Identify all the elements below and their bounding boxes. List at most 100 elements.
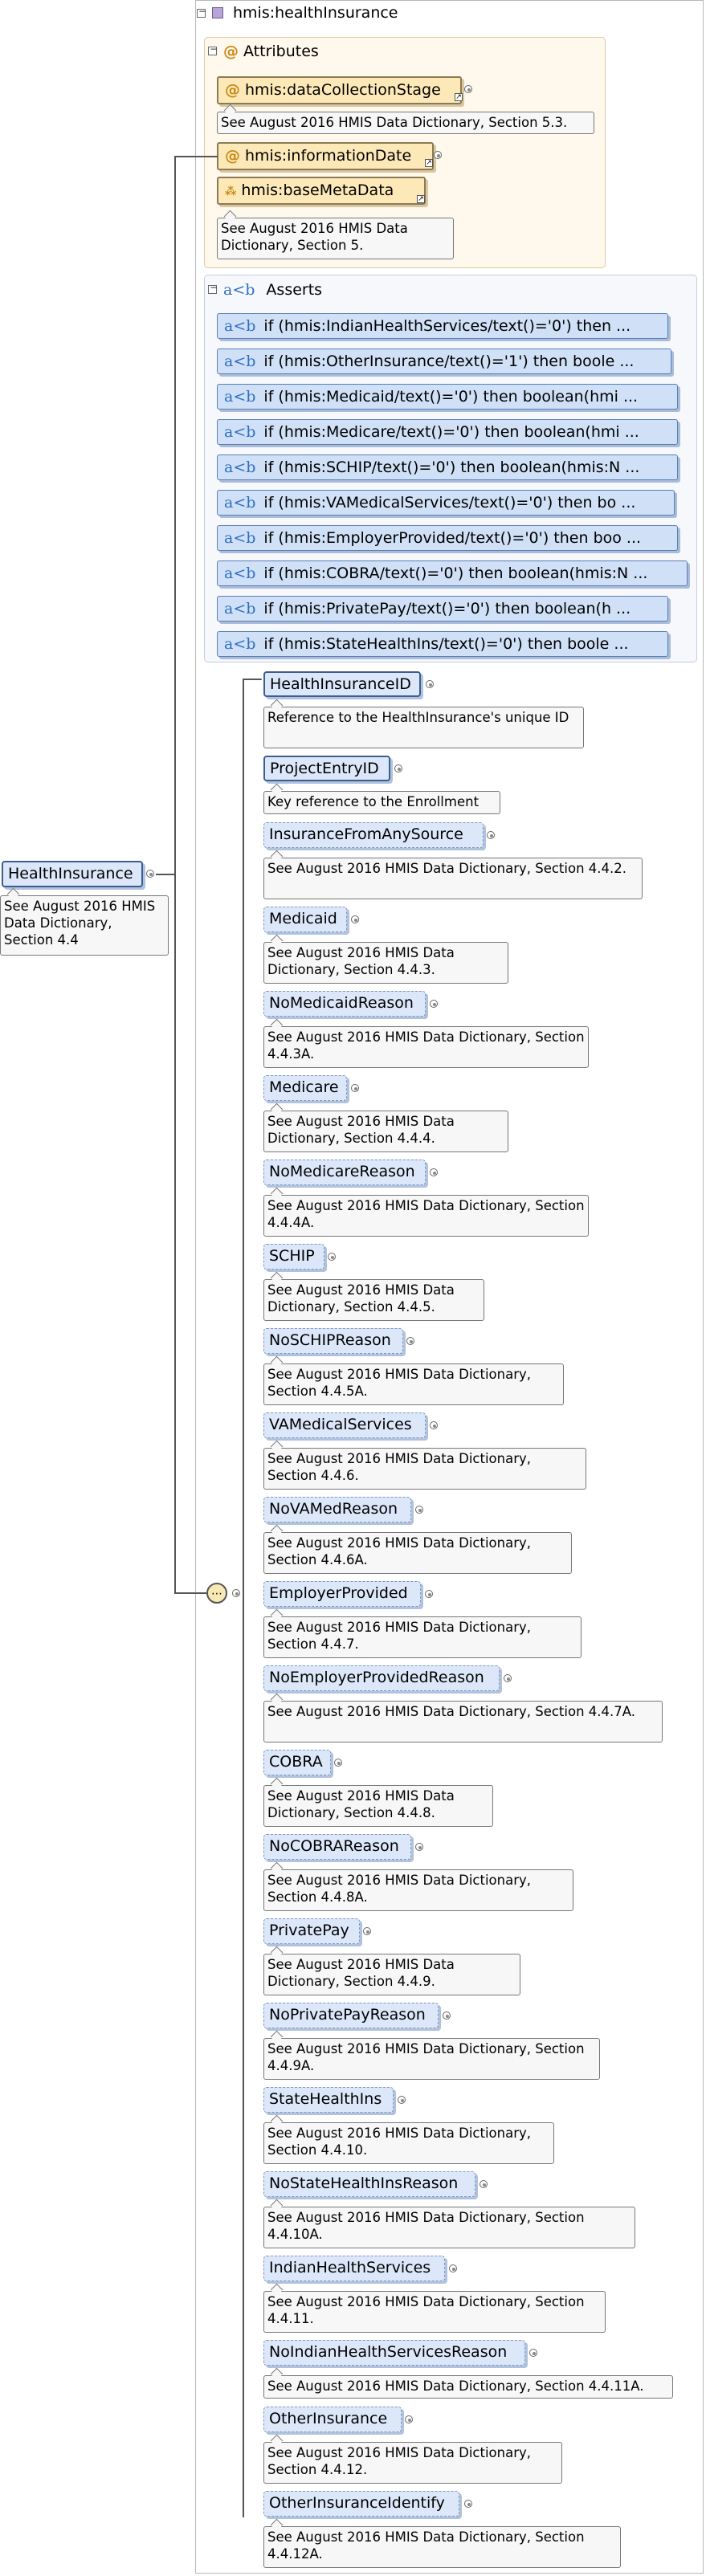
element-doc: See August 2016 HMIS Data Dictionary, Se…	[263, 1111, 508, 1152]
expand-icon[interactable]	[464, 85, 472, 93]
assert-item[interactable]: a<b if (hmis:Medicare/text()='0') then bo…	[217, 419, 678, 445]
element-health-insurance-id[interactable]: HealthInsuranceID	[263, 671, 421, 697]
element-no-medicaid-reason[interactable]: NoMedicaidReason	[263, 991, 426, 1017]
element-health-insurance[interactable]: HealthInsurance	[2, 861, 143, 887]
assert-item[interactable]: a<b if (hmis:PrivatePay/text()='0') then …	[217, 596, 668, 622]
assert-text: if (hmis:IndianHealthServices/text()='0'…	[263, 317, 631, 335]
connector-line	[156, 874, 175, 875]
expand-icon[interactable]	[328, 1253, 336, 1261]
expand-icon[interactable]	[334, 1759, 342, 1767]
attribute-at-icon: @	[225, 147, 240, 165]
assert-item[interactable]: a<b if (hmis:OtherInsurance/text()='1') t…	[217, 348, 671, 374]
element-no-cobra-reason[interactable]: NoCOBRAReason	[263, 1834, 411, 1860]
assert-icon: a<b	[224, 529, 256, 547]
assert-item[interactable]: a<b if (hmis:COBRA/text()='0') then boole…	[217, 560, 688, 586]
assert-item[interactable]: a<b if (hmis:IndianHealthServices/text()=…	[217, 313, 668, 339]
expand-icon[interactable]	[430, 1168, 438, 1176]
element-doc: See August 2016 HMIS Data Dictionary, Se…	[263, 1701, 663, 1742]
complex-type-icon	[212, 7, 223, 18]
expand-icon[interactable]	[426, 680, 434, 688]
assert-item[interactable]: a<b if (hmis:SCHIP/text()='0') then boole…	[217, 454, 678, 480]
connector-line	[174, 156, 176, 1593]
element-no-employer-provided-reason[interactable]: NoEmployerProvidedReason	[263, 1665, 500, 1691]
assert-icon: a<b	[224, 353, 256, 370]
element-no-medicare-reason[interactable]: NoMedicareReason	[263, 1160, 426, 1185]
expand-icon[interactable]	[430, 1421, 438, 1429]
attribute-doc: See August 2016 HMIS Data Dictionary, Se…	[217, 112, 594, 134]
element-doc: See August 2016 HMIS Data Dictionary, Se…	[263, 2122, 554, 2164]
element-doc: See August 2016 HMIS Data Dictionary, Se…	[263, 2442, 562, 2484]
element-insurance-from-any-source[interactable]: InsuranceFromAnySource	[263, 822, 484, 848]
element-doc: See August 2016 HMIS Data Dictionary, Se…	[263, 942, 508, 984]
asserts-collapse-icon[interactable]	[208, 282, 218, 294]
expand-icon[interactable]	[405, 2415, 413, 2423]
attribute-data-collection-stage[interactable]: @ hmis:dataCollectionStage	[217, 76, 462, 104]
expand-icon[interactable]	[351, 915, 359, 923]
element-doc: See August 2016 HMIS Data Dictionary, Se…	[263, 2526, 621, 2568]
element-indian-health-services[interactable]: IndianHealthServices	[263, 2256, 445, 2281]
expand-icon[interactable]	[394, 764, 402, 772]
element-doc: See August 2016 HMIS Data Dictionary, Se…	[263, 2038, 600, 2080]
expand-icon[interactable]	[487, 831, 495, 839]
expand-icon[interactable]	[464, 2500, 472, 2508]
external-link-icon[interactable]: ↗	[417, 195, 425, 203]
expand-icon[interactable]	[415, 1843, 423, 1851]
attributes-header-label: Attributes	[243, 43, 319, 60]
element-no-schip-reason[interactable]: NoSCHIPReason	[263, 1328, 403, 1354]
collapse-icon[interactable]	[197, 6, 206, 18]
connector-line	[243, 679, 244, 2517]
expand-icon[interactable]	[443, 2011, 451, 2020]
element-no-private-pay-reason[interactable]: NoPrivatePayReason	[263, 2003, 439, 2028]
assert-item[interactable]: a<b if (hmis:Medicaid/text()='0') then bo…	[217, 384, 678, 410]
element-no-va-med-reason[interactable]: NoVAMedReason	[263, 1497, 411, 1522]
sequence-compositor-icon[interactable]: ⋯	[206, 1583, 227, 1604]
expand-icon[interactable]	[232, 1589, 240, 1597]
attribute-information-date[interactable]: @ hmis:informationDate	[217, 142, 434, 170]
element-other-insurance-identify[interactable]: OtherInsuranceIdentify	[263, 2491, 459, 2517]
assert-item[interactable]: a<b if (hmis:EmployerProvided/text()='0')…	[217, 525, 678, 551]
element-schip[interactable]: SCHIP	[263, 1244, 324, 1270]
assert-text: if (hmis:Medicaid/text()='0') then boole…	[263, 388, 639, 406]
element-doc: See August 2016 HMIS Data Dictionary, Se…	[263, 1448, 586, 1490]
expand-icon[interactable]	[415, 1506, 423, 1514]
expand-icon[interactable]	[434, 151, 442, 159]
connector-line	[174, 1592, 206, 1594]
element-medicare[interactable]: Medicare	[263, 1075, 347, 1101]
attribute-at-icon: @	[225, 81, 240, 99]
expand-icon[interactable]	[529, 2349, 537, 2357]
element-private-pay[interactable]: PrivatePay	[263, 1918, 360, 1944]
root-type-label: hmis:healthInsurance	[233, 4, 398, 22]
attribute-name: hmis:baseMetaData	[241, 181, 394, 199]
expand-icon[interactable]	[406, 1337, 414, 1345]
element-medicaid[interactable]: Medicaid	[263, 907, 347, 932]
external-link-icon[interactable]: ↗	[425, 159, 433, 167]
expand-icon[interactable]	[480, 2180, 488, 2188]
attribute-group-base-metadata[interactable]: ⁂ hmis:baseMetaData	[217, 177, 426, 205]
expand-icon[interactable]	[430, 1000, 438, 1008]
expand-icon[interactable]	[351, 1084, 359, 1092]
element-doc: See August 2016 HMIS Data Dictionary, Se…	[263, 1363, 564, 1405]
element-va-medical-services[interactable]: VAMedicalServices	[263, 1412, 426, 1438]
element-doc: Reference to the HealthInsurance's uniqu…	[263, 707, 584, 748]
element-state-health-ins[interactable]: StateHealthIns	[263, 2087, 394, 2113]
element-other-insurance[interactable]: OtherInsurance	[263, 2407, 402, 2432]
element-no-indian-health-services-reason[interactable]: NoIndianHealthServicesReason	[263, 2340, 525, 2366]
element-doc: See August 2016 HMIS Data Dictionary, Se…	[263, 2207, 635, 2248]
assert-item[interactable]: a<b if (hmis:VAMedicalServices/text()='0'…	[217, 490, 675, 516]
assert-text: if (hmis:StateHealthIns/text()='0') then…	[263, 635, 629, 653]
attribute-name: hmis:informationDate	[245, 147, 412, 165]
expand-icon[interactable]	[449, 2264, 457, 2272]
expand-icon[interactable]	[363, 1927, 371, 1935]
element-project-entry-id[interactable]: ProjectEntryID	[263, 756, 390, 781]
assert-item[interactable]: a<b if (hmis:StateHealthIns/text()='0') t…	[217, 631, 668, 657]
expand-icon[interactable]	[398, 2096, 406, 2104]
expand-icon[interactable]	[146, 870, 154, 878]
element-cobra[interactable]: COBRA	[263, 1750, 331, 1775]
attributes-collapse-icon[interactable]	[208, 43, 218, 55]
expand-icon[interactable]	[425, 1590, 433, 1598]
element-doc: See August 2016 HMIS Data Dictionary, Se…	[263, 1532, 572, 1574]
expand-icon[interactable]	[504, 1674, 512, 1682]
external-link-icon[interactable]: ↗	[455, 93, 463, 101]
element-employer-provided[interactable]: EmployerProvided	[263, 1581, 421, 1607]
element-no-state-health-ins-reason[interactable]: NoStateHealthInsReason	[263, 2171, 475, 2197]
